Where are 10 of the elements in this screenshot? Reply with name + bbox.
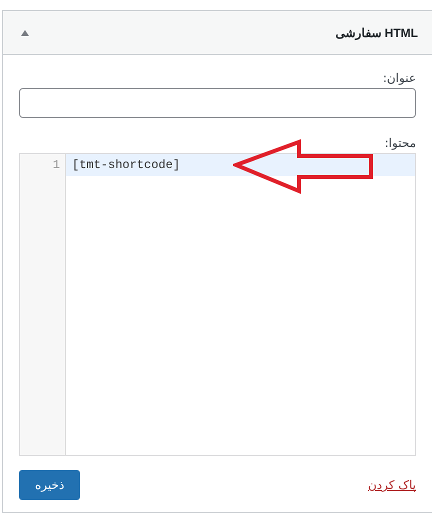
- title-label: عنوان:: [382, 71, 416, 85]
- toggle-button[interactable]: [21, 30, 29, 36]
- line-number: 1: [52, 157, 61, 174]
- title-input[interactable]: [19, 88, 416, 118]
- content-label: محتوا:: [384, 136, 416, 150]
- code-editor[interactable]: 1 [tmt-shortcode]: [19, 153, 416, 456]
- delete-link[interactable]: پاک کردن: [368, 478, 416, 492]
- triangle-icon: [21, 30, 29, 36]
- widget-title: HTML سفارشی: [335, 26, 418, 40]
- save-button[interactable]: ذخیره: [19, 470, 80, 500]
